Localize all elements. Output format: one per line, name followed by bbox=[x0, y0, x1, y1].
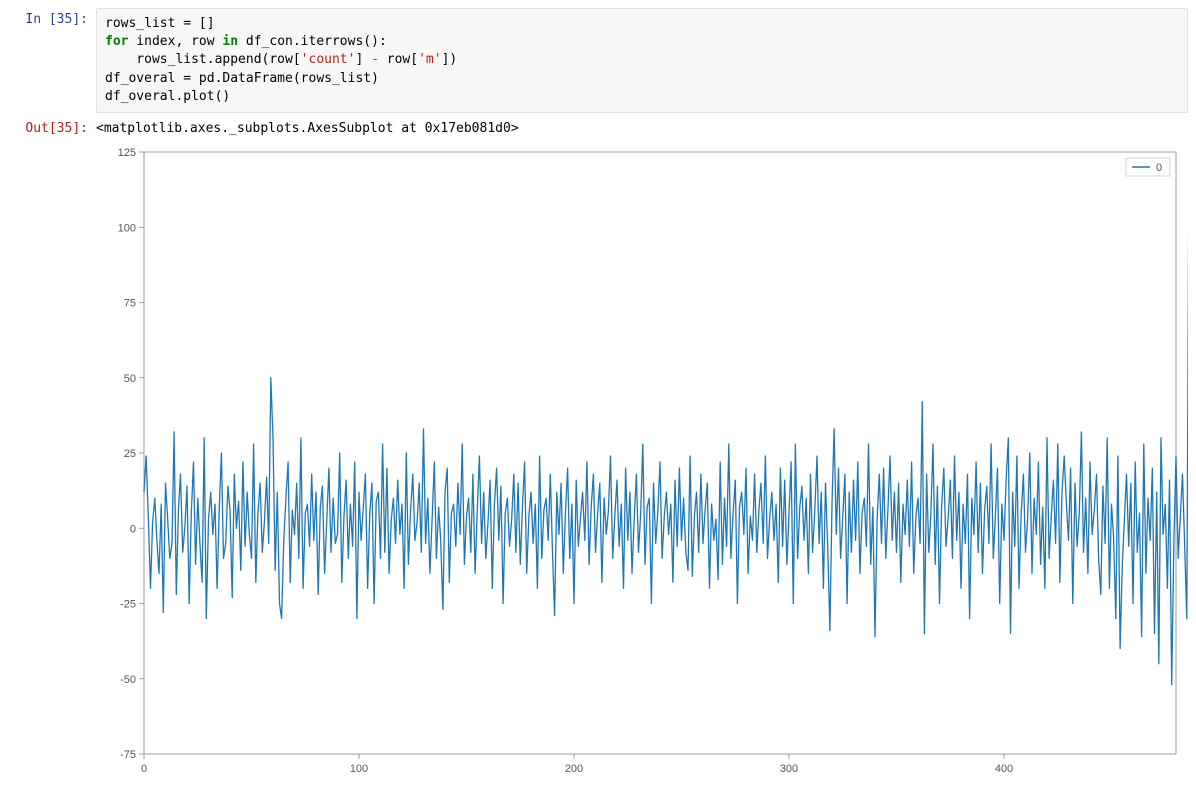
svg-text:125: 125 bbox=[118, 147, 136, 159]
svg-text:100: 100 bbox=[350, 763, 368, 775]
svg-text:25: 25 bbox=[124, 448, 136, 460]
svg-text:50: 50 bbox=[124, 373, 136, 385]
input-prompt: In [35]: bbox=[8, 8, 96, 27]
input-cell: In [35]: rows_list = [] for index, row i… bbox=[8, 8, 1188, 113]
chart-output: -75 -50 -25 0 25 50 75 100 125 0 100 200 300 400 0 bbox=[96, 142, 1188, 782]
line-chart: -75 -50 -25 0 25 50 75 100 125 0 100 200 300 400 0 bbox=[96, 142, 1188, 782]
svg-text:-75: -75 bbox=[120, 749, 136, 761]
svg-text:400: 400 bbox=[995, 763, 1013, 775]
output-prompt: Out[35]: bbox=[8, 117, 96, 136]
svg-text:100: 100 bbox=[118, 222, 136, 234]
output-text: <matplotlib.axes._subplots.AxesSubplot a… bbox=[96, 117, 1188, 136]
svg-text:0: 0 bbox=[130, 523, 136, 535]
output-cell: Out[35]: <matplotlib.axes._subplots.Axes… bbox=[8, 117, 1188, 136]
svg-text:75: 75 bbox=[124, 297, 136, 309]
svg-text:-25: -25 bbox=[120, 598, 136, 610]
code-input[interactable]: rows_list = [] for index, row in df_con.… bbox=[96, 8, 1188, 113]
svg-text:200: 200 bbox=[565, 763, 583, 775]
svg-text:0: 0 bbox=[141, 763, 147, 775]
svg-text:300: 300 bbox=[780, 763, 798, 775]
svg-text:0: 0 bbox=[1156, 162, 1162, 174]
svg-text:-50: -50 bbox=[120, 674, 136, 686]
